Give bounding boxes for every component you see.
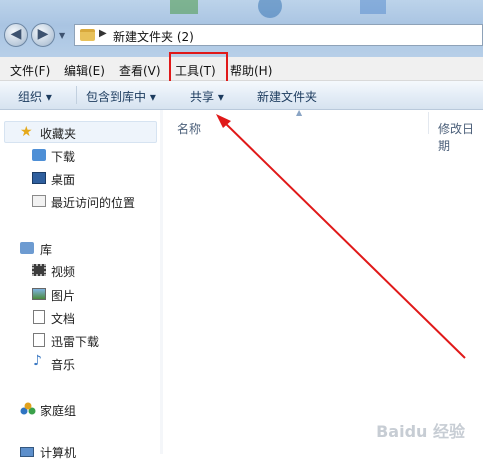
nav-thunder-downloads[interactable]: 迅雷下载 — [51, 333, 99, 350]
downloads-icon — [32, 149, 46, 161]
watermark-logo: Baidu 经验 — [376, 422, 465, 441]
sort-ascending-icon: ▲ — [296, 108, 303, 117]
nav-pictures[interactable]: 图片 — [51, 287, 75, 304]
nav-libraries[interactable]: 库 — [40, 241, 52, 258]
homegroup-icon — [20, 402, 36, 415]
thunder-downloads-icon — [33, 333, 45, 347]
organize-button[interactable]: 组织 ▾ — [18, 88, 52, 105]
menu-bar: 文件(F) 编辑(E) 查看(V) 工具(T) 帮助(H) — [0, 57, 483, 81]
libraries-icon — [20, 242, 34, 254]
nav-downloads[interactable]: 下载 — [51, 148, 75, 165]
nav-videos[interactable]: 视频 — [51, 263, 75, 280]
videos-icon — [32, 264, 46, 276]
column-name[interactable]: 名称 — [177, 120, 201, 137]
nav-documents[interactable]: 文档 — [51, 310, 75, 327]
back-arrow-icon: ◀ — [10, 26, 22, 42]
menu-help[interactable]: 帮助(H) — [230, 62, 272, 79]
nav-recent-places[interactable]: 最近访问的位置 — [51, 194, 135, 211]
column-header: ▲ 名称 修改日期 — [163, 108, 483, 153]
pictures-icon — [32, 288, 46, 300]
music-icon: ♪ — [33, 353, 42, 369]
favorites-star-icon: ★ — [20, 124, 33, 140]
computer-icon — [20, 447, 34, 457]
address-bar[interactable]: ▶ 新建文件夹 (2) — [74, 24, 483, 46]
documents-icon — [33, 310, 45, 324]
column-date-modified[interactable]: 修改日期 — [438, 120, 483, 154]
nav-music[interactable]: 音乐 — [51, 356, 75, 373]
breadcrumb-separator-icon[interactable]: ▶ — [99, 28, 107, 39]
folder-icon — [80, 29, 95, 41]
menu-edit[interactable]: 编辑(E) — [64, 62, 105, 79]
nav-homegroup[interactable]: 家庭组 — [40, 402, 76, 419]
background-app-icons — [170, 0, 386, 18]
nav-favorites[interactable]: 收藏夹 — [40, 125, 76, 142]
back-button[interactable]: ◀ — [4, 23, 28, 47]
menu-file[interactable]: 文件(F) — [10, 62, 50, 79]
new-folder-button[interactable]: 新建文件夹 — [257, 88, 317, 105]
command-toolbar: 组织 ▾ 包含到库中 ▾ 共享 ▾ 新建文件夹 — [0, 81, 483, 110]
toolbar-divider — [76, 86, 77, 104]
menu-view[interactable]: 查看(V) — [119, 62, 161, 79]
recent-pages-dropdown-icon[interactable]: ▼ — [59, 31, 65, 40]
pane-splitter[interactable] — [160, 110, 163, 454]
share-button[interactable]: 共享 ▾ — [190, 88, 224, 105]
include-in-library-button[interactable]: 包含到库中 ▾ — [86, 88, 156, 105]
address-path: 新建文件夹 (2) — [113, 30, 194, 44]
forward-arrow-icon: ▶ — [37, 26, 49, 42]
nav-computer[interactable]: 计算机 — [40, 444, 76, 461]
desktop-icon — [32, 172, 46, 184]
forward-button[interactable]: ▶ — [31, 23, 55, 47]
column-divider[interactable] — [428, 112, 429, 134]
recent-places-icon — [32, 195, 46, 207]
nav-desktop[interactable]: 桌面 — [51, 171, 75, 188]
